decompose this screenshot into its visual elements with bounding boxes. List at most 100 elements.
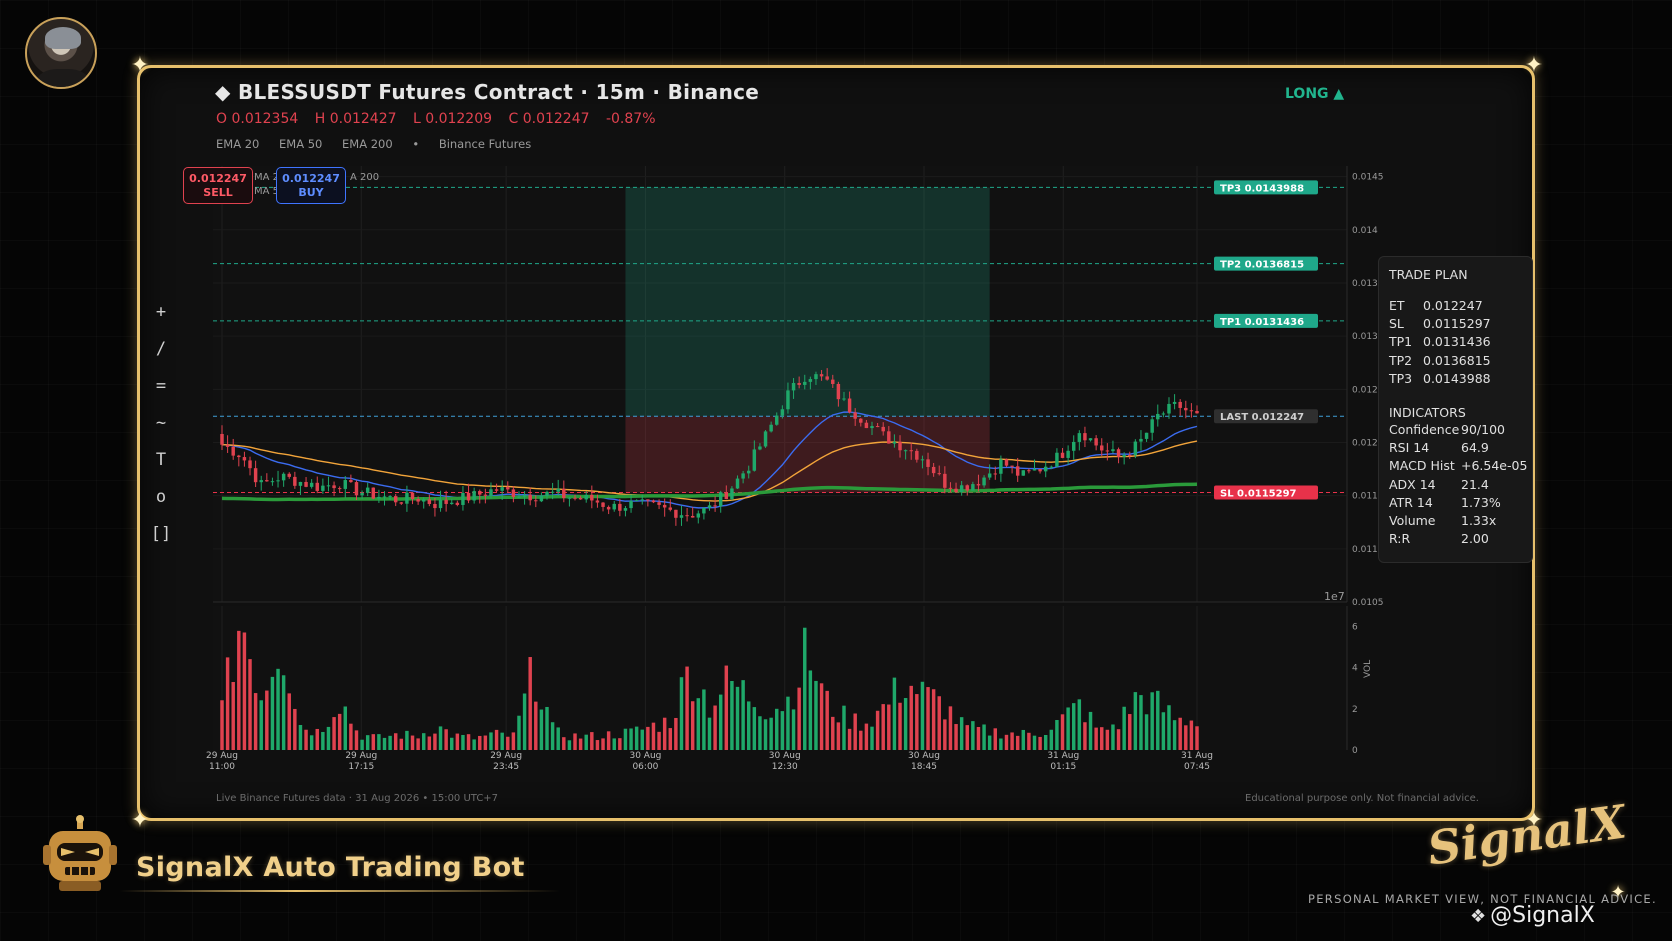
candle-body [646,499,650,501]
volume-bar [606,731,611,750]
candle-body [466,492,471,501]
candle-body [825,376,829,380]
volume-bar [225,657,230,750]
row-value: +6.54e-05 [1461,458,1528,474]
trade-plan-row: TP3 0.0143988 [1389,371,1522,389]
candle-body [450,502,454,504]
candle-body [287,473,291,477]
candle-body [1083,433,1087,441]
row-key: TP3 [1389,370,1413,386]
volume-bar [1060,714,1065,750]
candle-body [752,449,757,471]
candle-body [618,503,622,511]
candle-body [1116,449,1121,457]
candle-body [1195,411,1199,414]
volume-bar [971,721,975,750]
volume-bar [864,723,869,750]
candle-body [1184,407,1188,411]
candle-body [808,379,813,382]
candle-body [1105,450,1110,452]
volume-bar [651,722,656,750]
candle-body [578,498,583,500]
time-tick-date: 29 Aug [490,751,522,761]
volume-bar [1032,735,1037,750]
price-tick-label: 0.0105 [1352,598,1384,608]
candle-body [595,500,600,503]
last-label: LAST 0.012247 [1220,412,1304,423]
volume-bar [567,740,572,750]
volume-bar [920,681,925,750]
candle-body [444,499,448,504]
candle-body [965,485,969,491]
row-key: Volume [1389,512,1436,528]
volume-bar [982,724,986,750]
candle-body [634,500,639,502]
trade-plan-row: MACD Hist +6.54e-05 [1389,458,1527,476]
volume-bar [959,717,964,750]
volume-bar [522,693,527,750]
candle-body [1172,401,1177,404]
candle-body [1060,452,1065,458]
candle-body [959,485,964,493]
candle-body [237,455,241,458]
candle-body [814,374,818,380]
volume-bar [696,698,701,750]
candle-body [1010,465,1014,467]
volume-bar [685,666,689,750]
volume-bar [405,730,409,750]
volume-bar [349,723,353,750]
volume-bar [954,724,958,750]
volume-bar [892,677,897,750]
volume-bar [814,680,818,750]
volume-bar [1077,699,1082,750]
row-key: RSI 14 [1389,440,1430,456]
time-tick-date: 30 Aug [908,751,940,761]
candle-body [971,484,975,491]
candle-body [393,496,398,503]
candle-body [410,492,415,499]
sell-button[interactable]: 0.012247 SELL [183,167,253,204]
candle-body [472,491,476,501]
volume-bar [746,701,751,750]
volume-bar [730,680,734,750]
candle-body [281,473,286,481]
binance-icon: ❖ [1470,906,1487,927]
volume-bar [1015,735,1020,750]
candle-body [427,499,432,504]
price-tick-label: 0.013 [1352,279,1378,289]
tp1-label: TP1 0.0131436 [1220,317,1304,328]
volume-bar [752,707,757,750]
volume-bar [791,709,796,750]
volume-bar [831,716,835,750]
trade-plan-rows: ET 0.012247 SL 0.0115297 TP1 0.0131436 TP2 0.01… [1389,298,1522,389]
candle-body [489,489,493,496]
candle-body [590,494,594,501]
row-key: TP2 [1389,352,1413,368]
candle-body [847,398,852,413]
candle-body [903,450,908,452]
candle-body [1071,441,1076,451]
candle-body [976,484,981,486]
trade-plan-title: TRADE PLAN [1389,267,1468,282]
row-value: 0.0115297 [1423,316,1491,332]
volume-bar [506,736,510,750]
buy-button[interactable]: 0.012247 BUY [276,167,346,204]
candle-body [931,466,936,474]
volume-bar [640,729,644,750]
volume-bar [354,730,359,750]
volume-bar [803,627,807,750]
candle-body [948,487,953,489]
candle-body [797,382,801,385]
volume-bar [393,733,398,750]
candle-body [511,489,516,497]
volume-bar [1094,727,1098,750]
volume-bar [943,719,947,750]
price-tick-label: 0.0145 [1352,173,1384,183]
volume-tick-label: 6 [1352,623,1358,633]
candle-body [1100,445,1104,451]
candle-body [225,444,230,447]
bot-brand-name: SignalX Auto Trading Bot [136,852,525,883]
trade-plan-panel: TRADE PLAN ET 0.012247 SL 0.0115297 TP1 0.013… [1378,256,1533,563]
volume-bar [1156,690,1160,750]
volume-bar [500,732,504,750]
